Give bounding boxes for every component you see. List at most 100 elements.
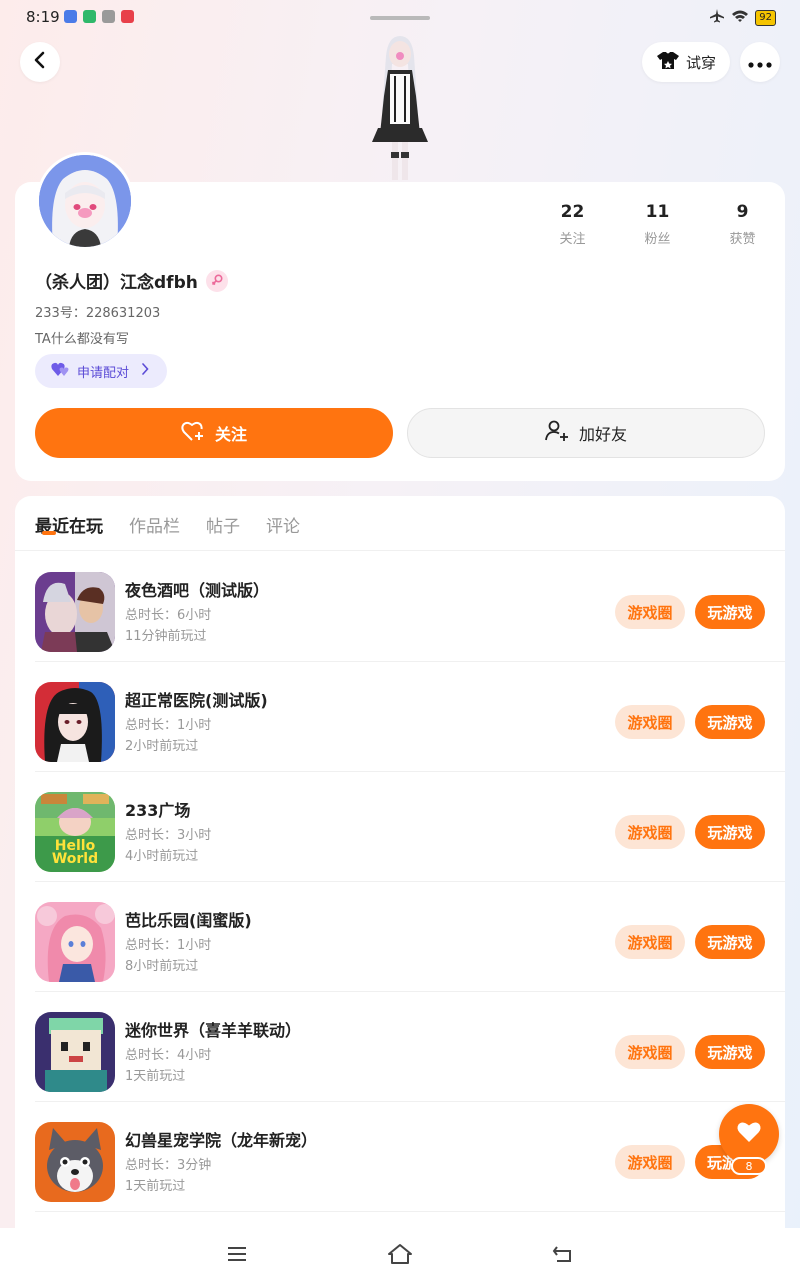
game-row[interactable]: 超正常医院(测试版) 总时长：1小时 2小时前玩过 游戏圈 玩游戏 <box>35 662 785 772</box>
game-row[interactable]: 幻兽星宠学院（龙年新宠） 总时长：3分钟 1天前玩过 游戏圈 玩游 <box>35 1102 785 1212</box>
stat-likes-value: 9 <box>736 202 749 222</box>
stat-likes[interactable]: 9 获赞 <box>700 202 785 247</box>
game-duration: 总时长：3分钟 <box>125 1158 212 1173</box>
female-icon <box>205 269 228 292</box>
back-arrow-icon[interactable] <box>549 1240 577 1268</box>
heart-icon <box>736 1120 762 1148</box>
game-icon-night-bar[interactable] <box>35 572 115 652</box>
back-button[interactable] <box>20 42 60 82</box>
profile-card: 22 关注 11 粉丝 9 获赞 （杀人团）江念dfbh 233号：228631… <box>15 182 785 481</box>
wifi-icon <box>731 9 749 27</box>
menu-icon[interactable] <box>223 1240 251 1268</box>
game-circle-button[interactable]: 游戏圈 <box>615 595 685 629</box>
stat-fans[interactable]: 11 粉丝 <box>615 202 700 247</box>
calendar-notification-icon <box>121 10 134 23</box>
game-row[interactable]: 芭比乐园(闺蜜版) 总时长：1小时 8小时前玩过 游戏圈 玩游戏 <box>35 882 785 992</box>
game-last-played: 8小时前玩过 <box>125 959 199 974</box>
try-on-button[interactable]: 试穿 <box>642 42 730 82</box>
tshirt-icon <box>656 50 680 74</box>
app-notification-icon <box>64 10 77 23</box>
like-fab-button[interactable] <box>719 1104 779 1164</box>
game-name: 迷你世界（喜羊羊联动） <box>125 1021 302 1040</box>
tab-comments[interactable]: 评论 <box>266 512 300 537</box>
play-game-button[interactable]: 玩游戏 <box>695 925 765 959</box>
stat-fans-label: 粉丝 <box>644 232 671 247</box>
battery-indicator: 92 <box>755 10 776 26</box>
game-duration: 总时长：4小时 <box>125 1048 212 1063</box>
system-nav-bar <box>0 1228 800 1280</box>
apply-pair-label: 申请配对 <box>77 365 130 381</box>
game-last-played: 4小时前玩过 <box>125 849 199 864</box>
game-duration: 总时长：1小时 <box>125 938 212 953</box>
stat-following-label: 关注 <box>559 232 586 247</box>
game-circle-button[interactable]: 游戏圈 <box>615 1145 685 1179</box>
gallery-notification-icon <box>102 10 115 23</box>
heart-pair-icon <box>51 361 71 381</box>
airplane-icon <box>709 8 725 28</box>
add-friend-label: 加好友 <box>578 425 627 444</box>
profile-tabs: 最近在玩 作品栏 帖子 评论 <box>35 512 300 537</box>
user-plus-icon <box>545 420 569 446</box>
add-friend-button[interactable]: 加好友 <box>407 408 765 458</box>
chevron-right-icon <box>141 363 149 379</box>
game-last-played: 1天前玩过 <box>125 1069 186 1084</box>
more-button[interactable] <box>740 42 780 82</box>
avatar-figure[interactable] <box>360 34 440 184</box>
notification-icons <box>64 10 134 23</box>
tabs-divider <box>15 550 785 551</box>
apply-pair-button[interactable]: 申请配对 <box>35 354 167 388</box>
game-duration: 总时长：6小时 <box>125 608 212 623</box>
game-name: 233广场 <box>125 801 191 820</box>
stat-following[interactable]: 22 关注 <box>530 202 615 247</box>
like-count-badge: 8 <box>731 1157 767 1175</box>
game-name: 超正常医院(测试版) <box>125 691 268 710</box>
game-row[interactable]: Hello World 233广场 总时长：3小时 4小时前玩过 游戏圈 玩游戏 <box>35 772 785 882</box>
tab-posts[interactable]: 帖子 <box>206 512 240 537</box>
profile-stats: 22 关注 11 粉丝 9 获赞 <box>530 202 785 247</box>
heart-plus-icon <box>181 420 205 446</box>
follow-button[interactable]: 关注 <box>35 408 393 458</box>
chevron-left-icon <box>33 51 47 73</box>
user-id: 233号：228631203 <box>35 306 161 321</box>
play-game-button[interactable]: 玩游戏 <box>695 595 765 629</box>
game-icon-beast-academy[interactable] <box>35 1122 115 1202</box>
game-circle-button[interactable]: 游戏圈 <box>615 925 685 959</box>
status-bar: 8:19 92 <box>0 0 800 36</box>
game-last-played: 1天前玩过 <box>125 1179 186 1194</box>
games-card: 最近在玩 作品栏 帖子 评论 夜色酒吧（测试版） 总时长：6小时 11分钟前玩过… <box>15 496 785 1236</box>
game-circle-button[interactable]: 游戏圈 <box>615 705 685 739</box>
home-icon[interactable] <box>386 1240 414 1268</box>
game-icon-barbie-park[interactable] <box>35 902 115 982</box>
username-row: （杀人团）江念dfbh <box>35 268 228 293</box>
status-right: 92 <box>709 8 776 28</box>
play-game-button[interactable]: 玩游戏 <box>695 815 765 849</box>
tab-indicator <box>42 531 56 535</box>
game-duration: 总时长：3小时 <box>125 828 212 843</box>
user-bio: TA什么都没有写 <box>35 332 129 347</box>
play-game-button[interactable]: 玩游戏 <box>695 1035 765 1069</box>
stat-fans-value: 11 <box>645 202 670 222</box>
game-row[interactable]: 夜色酒吧（测试版） 总时长：6小时 11分钟前玩过 游戏圈 玩游戏 <box>35 552 785 662</box>
play-game-button[interactable]: 玩游戏 <box>695 705 765 739</box>
more-dots-icon <box>748 53 772 72</box>
stat-likes-label: 获赞 <box>729 232 756 247</box>
avatar[interactable] <box>36 152 134 250</box>
game-icon-normal-hospital[interactable] <box>35 682 115 762</box>
game-name: 芭比乐园(闺蜜版) <box>125 911 252 930</box>
game-last-played: 2小时前玩过 <box>125 739 199 754</box>
game-icon-233-plaza[interactable]: Hello World <box>35 792 115 872</box>
game-row[interactable]: 迷你世界（喜羊羊联动） 总时长：4小时 1天前玩过 游戏圈 玩游戏 <box>35 992 785 1102</box>
stat-following-value: 22 <box>560 202 585 222</box>
play-notification-icon <box>83 10 96 23</box>
tab-works[interactable]: 作品栏 <box>129 512 180 537</box>
game-circle-button[interactable]: 游戏圈 <box>615 1035 685 1069</box>
username: （杀人团）江念dfbh <box>35 273 198 293</box>
game-icon-text: Hello World <box>51 838 99 867</box>
status-time: 8:19 <box>26 8 60 26</box>
game-icon-mini-world[interactable] <box>35 1012 115 1092</box>
game-name: 幻兽星宠学院（龙年新宠） <box>125 1131 318 1150</box>
drag-handle <box>370 16 430 20</box>
game-circle-button[interactable]: 游戏圈 <box>615 815 685 849</box>
try-on-label: 试穿 <box>685 53 716 72</box>
game-duration: 总时长：1小时 <box>125 718 212 733</box>
